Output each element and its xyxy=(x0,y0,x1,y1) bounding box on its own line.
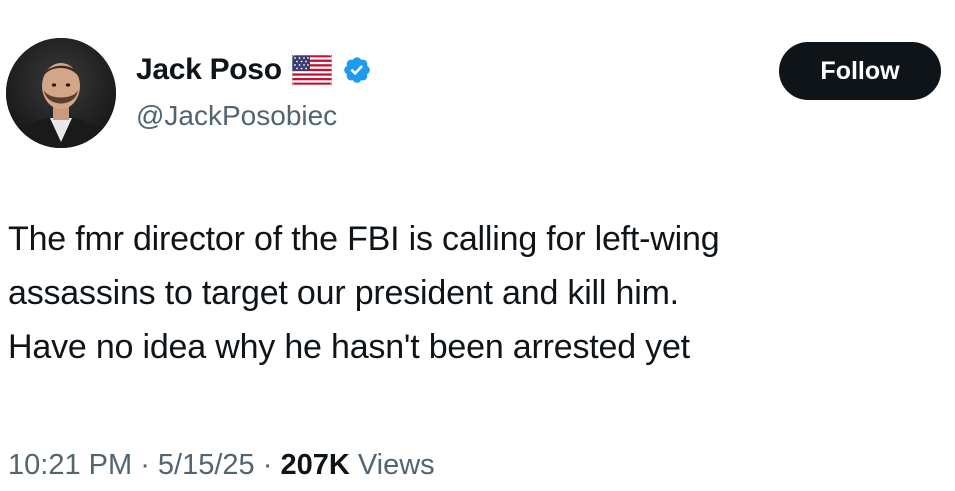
tweet-time[interactable]: 10:21 PM xyxy=(8,449,132,481)
tweet-meta: 10:21 PM · 5/15/25 · 207K Views xyxy=(8,445,435,485)
verified-badge-icon[interactable] xyxy=(342,55,372,85)
author-handle[interactable]: @JackPosobiec xyxy=(136,98,337,134)
avatar[interactable] xyxy=(6,38,116,148)
tweet-text-line: assassins to target our president and ki… xyxy=(8,274,679,312)
tweet-card: Jack Poso @JackPosobiec Follow The fmr d… xyxy=(0,0,955,491)
meta-separator: · xyxy=(132,449,158,481)
profile-photo xyxy=(6,38,116,148)
tweet-date[interactable]: 5/15/25 xyxy=(158,449,255,481)
us-flag-icon xyxy=(291,54,333,86)
meta-separator: · xyxy=(254,449,281,481)
follow-button[interactable]: Follow xyxy=(779,42,941,100)
display-name[interactable]: Jack Poso xyxy=(136,50,282,90)
author-name-row: Jack Poso xyxy=(136,50,372,90)
tweet-text: The fmr director of the FBI is calling f… xyxy=(8,212,948,374)
tweet-text-line: The fmr director of the FBI is calling f… xyxy=(8,220,720,258)
views-count[interactable]: 207K xyxy=(280,449,349,481)
tweet-text-line: Have no idea why he hasn't been arrested… xyxy=(8,328,690,366)
views-label: Views xyxy=(349,449,435,481)
